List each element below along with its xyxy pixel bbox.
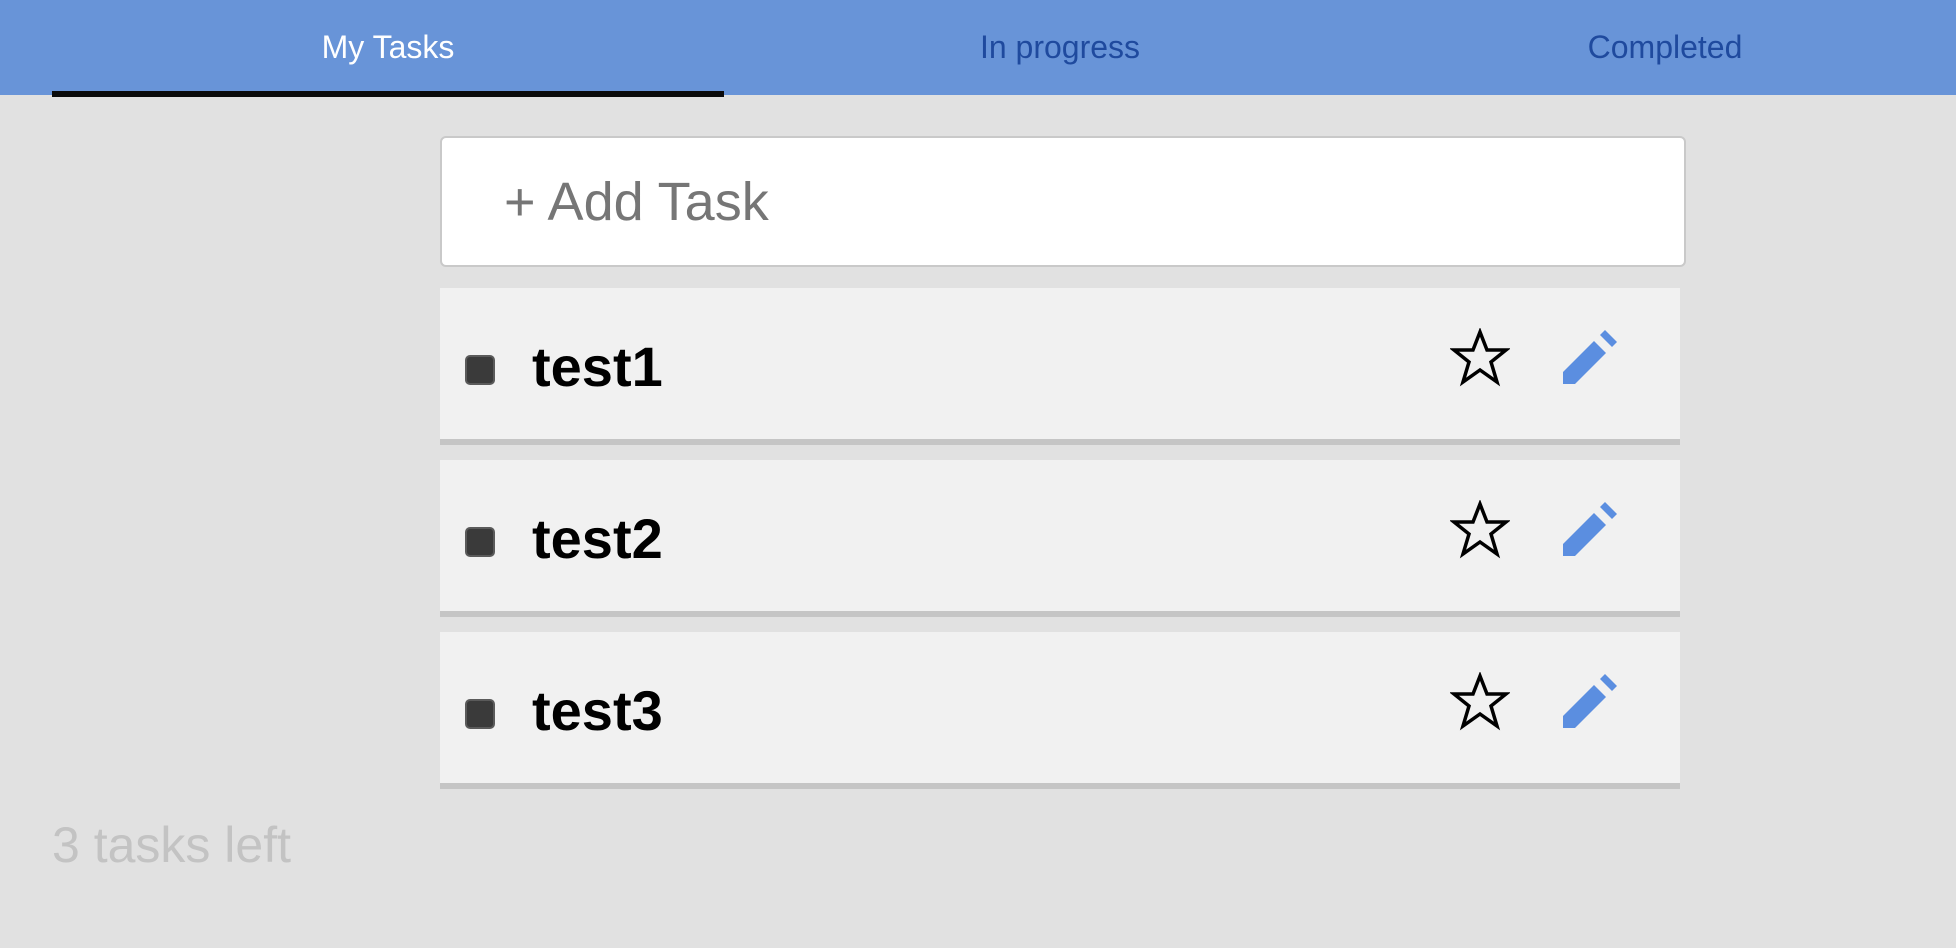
star-icon[interactable] [1450,328,1510,388]
top-nav-bar: My Tasks In progress Completed [0,0,1956,97]
tab-my-tasks[interactable]: My Tasks [52,0,724,95]
active-tab-indicator [52,91,724,97]
task-item: test3 [440,632,1680,789]
task-checkbox[interactable] [465,699,495,729]
task-item: test2 [440,460,1680,617]
star-icon[interactable] [1450,672,1510,732]
tab-in-progress[interactable]: In progress [724,0,1396,95]
pencil-icon[interactable] [1556,500,1618,562]
add-task-input[interactable] [440,136,1686,267]
task-checkbox[interactable] [465,527,495,557]
task-name: test1 [532,335,663,398]
pencil-icon[interactable] [1556,328,1618,390]
task-name: test3 [532,679,663,742]
tab-completed[interactable]: Completed [1396,0,1956,95]
tasks-left-counter: 3 tasks left [52,817,291,873]
pencil-icon[interactable] [1556,672,1618,734]
star-icon[interactable] [1450,500,1510,560]
task-checkbox[interactable] [465,355,495,385]
task-item: test1 [440,288,1680,445]
task-name: test2 [532,507,663,570]
